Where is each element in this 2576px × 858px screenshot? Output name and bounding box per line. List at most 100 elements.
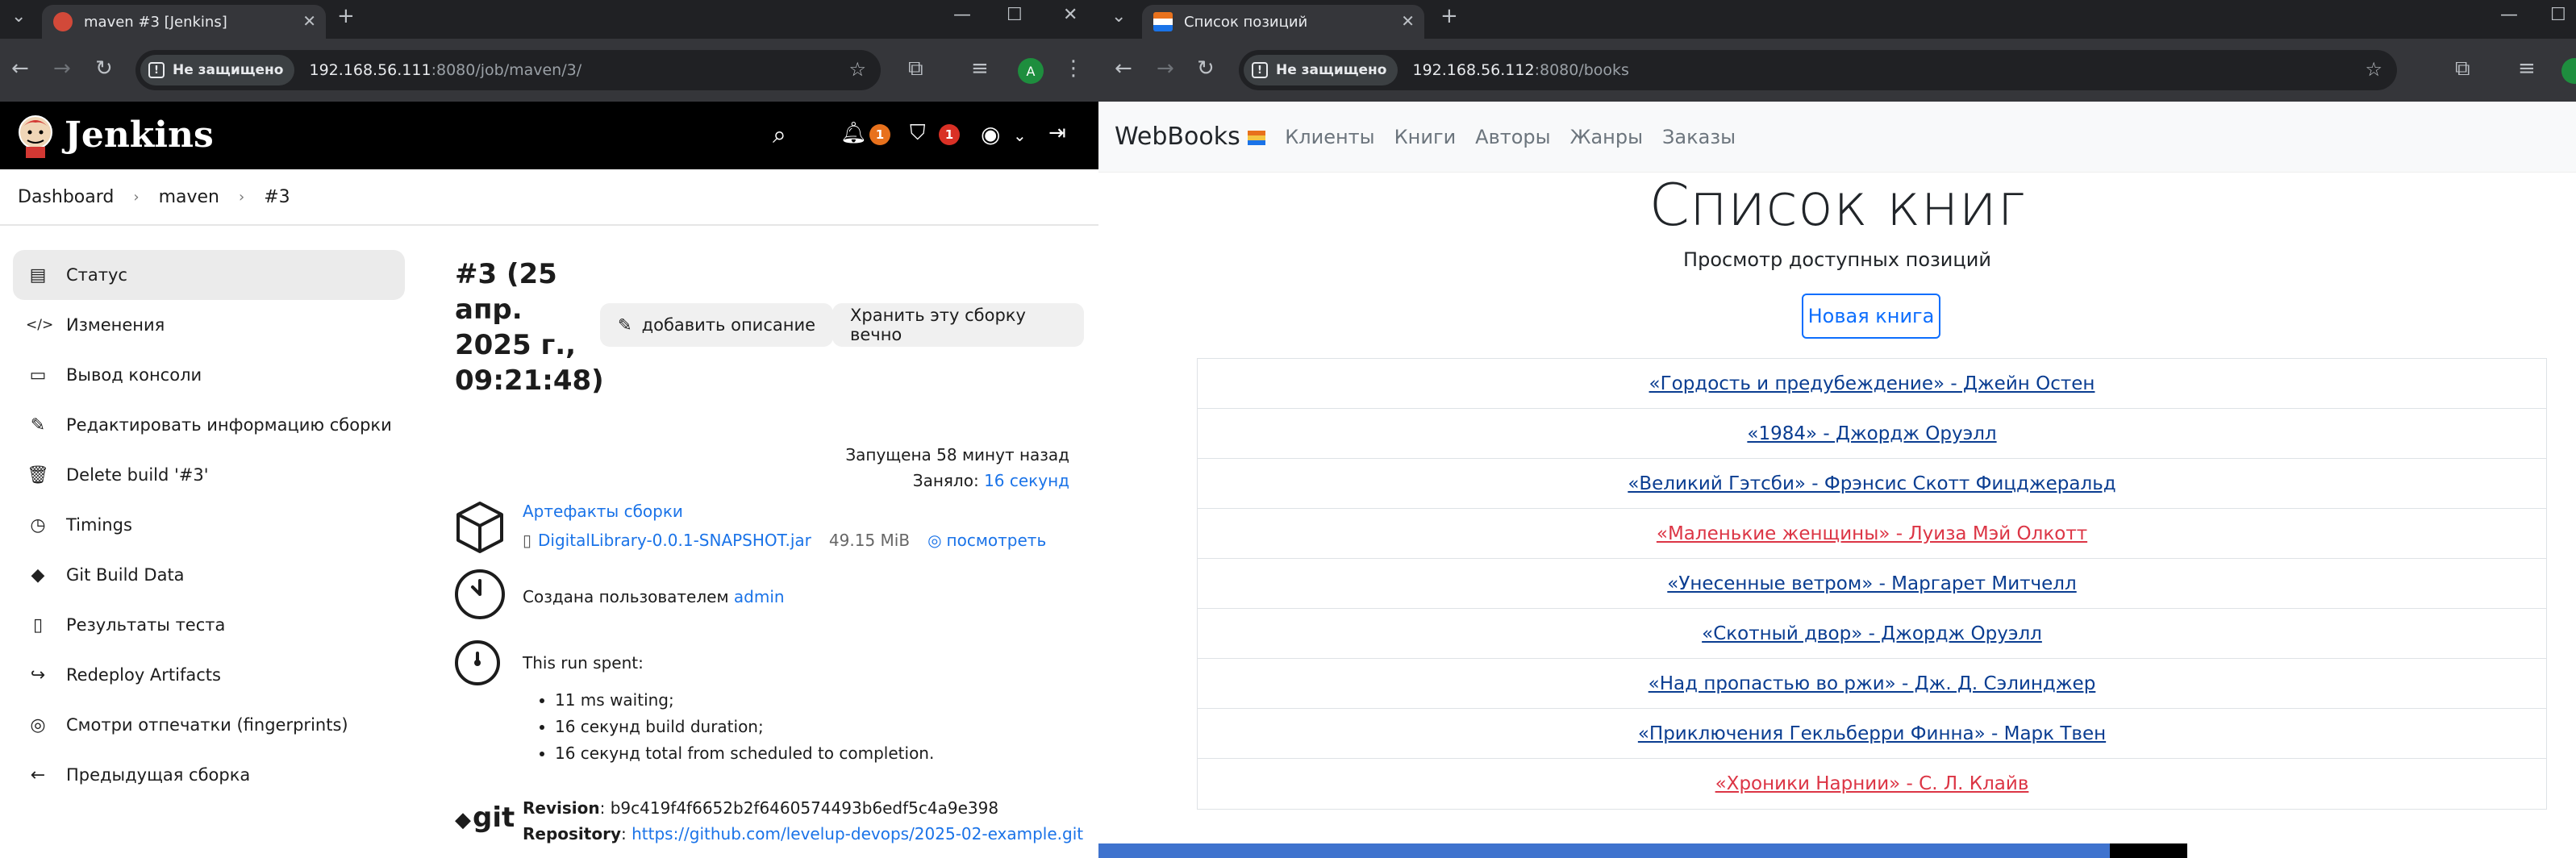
- artifact-file: ▯ DigitalLibrary-0.0.1-SNAPSHOT.jar: [523, 531, 811, 550]
- url-text: 192.168.56.112:8080/books: [1412, 61, 1628, 79]
- not-secure-chip[interactable]: ! Не защищено: [1244, 55, 1398, 85]
- nav-orders[interactable]: Заказы: [1662, 126, 1736, 148]
- chevron-down-icon[interactable]: ⌄: [1013, 126, 1027, 145]
- add-description-label: добавить описание: [641, 315, 816, 335]
- breadcrumb-build[interactable]: #3: [264, 187, 290, 207]
- list-item: 16 секунд total from scheduled to comple…: [555, 740, 934, 767]
- fingerprint-icon: ◎: [30, 714, 46, 735]
- address-bar[interactable]: ! Не защищено 192.168.56.112:8080/books ☆: [1239, 50, 2397, 90]
- sidebar-item-delete-build[interactable]: 🗑 Delete build '#3': [13, 450, 405, 500]
- book-link[interactable]: «1984» - Джордж Оруэлл: [1198, 409, 2546, 459]
- list-item: 11 ms waiting;: [555, 687, 934, 714]
- sidebar-item-test-results[interactable]: ▯ Результаты теста: [13, 600, 405, 650]
- profile-avatar[interactable]: [2561, 58, 2576, 84]
- breadcrumb-dashboard[interactable]: Dashboard: [18, 187, 114, 207]
- tab-strip: ⌄ Список позиций ✕ + — ☐: [1098, 0, 2576, 39]
- security-shield-icon[interactable]: ⛉: [910, 121, 926, 146]
- created-by-user-link[interactable]: admin: [734, 587, 785, 606]
- sidebar-item-status[interactable]: ▤ Статус: [13, 250, 405, 300]
- maximize-icon[interactable]: ☐: [2550, 5, 2566, 25]
- book-link[interactable]: «Скотный двор» - Джордж Оруэлл: [1198, 609, 2546, 659]
- close-window-icon[interactable]: ✕: [1063, 5, 1078, 25]
- back-icon[interactable]: ←: [11, 56, 29, 81]
- arrow-left-icon: ←: [30, 764, 46, 785]
- book-link[interactable]: «Великий Гэтсби» - Фрэнсис Скотт Фицджер…: [1198, 459, 2546, 509]
- forward-icon[interactable]: →: [53, 56, 71, 81]
- sidebar-item-label: Результаты теста: [66, 615, 226, 635]
- nav-clients[interactable]: Клиенты: [1285, 126, 1374, 148]
- keep-forever-button[interactable]: Хранить эту сборку вечно: [832, 303, 1084, 347]
- sidebar-item-fingerprints[interactable]: ◎ Смотри отпечатки (fingerprints): [13, 700, 405, 750]
- books-favicon-icon: [1153, 12, 1173, 31]
- jenkins-sidebar: ▤ Статус </> Изменения ▭ Вывод консоли ✎ Ред…: [13, 250, 405, 800]
- notifications-bell-icon[interactable]: 🔔︎: [840, 121, 867, 145]
- book-link[interactable]: «Маленькие женщины» - Луиза Мэй Олкотт: [1198, 509, 2546, 559]
- address-bar[interactable]: ! Не защищено 192.168.56.111:8080/job/mav…: [135, 50, 881, 90]
- sidebar-item-previous-build[interactable]: ← Предыдущая сборка: [13, 750, 405, 800]
- not-secure-chip[interactable]: ! Не защищено: [140, 55, 295, 85]
- book-link[interactable]: «Гордость и предубеждение» - Джейн Остен: [1198, 359, 2546, 409]
- nav-authors[interactable]: Авторы: [1475, 126, 1550, 148]
- add-description-button[interactable]: ✎ добавить описание: [600, 303, 834, 347]
- url-text: 192.168.56.111:8080/job/maven/3/: [309, 61, 581, 79]
- close-tab-icon[interactable]: ✕: [302, 11, 316, 31]
- artifact-view-link[interactable]: посмотреть: [947, 531, 1047, 550]
- menu-dots-icon[interactable]: ⋮: [1063, 56, 1084, 81]
- jenkins-browser-window: ⌄ maven #3 [Jenkins] ✕ + — ☐ ✕ ← → ↻ ! Не…: [0, 0, 1098, 858]
- artifact-file-link[interactable]: DigitalLibrary-0.0.1-SNAPSHOT.jar: [538, 531, 811, 550]
- artifacts-link[interactable]: Артефакты сборки: [523, 502, 683, 521]
- tab-strip: ⌄ maven #3 [Jenkins] ✕ + — ☐ ✕: [0, 0, 1098, 39]
- artifacts-section: Артефакты сборки ▯ DigitalLibrary-0.0.1-S…: [523, 502, 1046, 550]
- page-subtitle: Просмотр доступных позиций: [1683, 248, 1991, 271]
- user-clock-icon: [455, 569, 505, 619]
- minimize-icon[interactable]: —: [2500, 5, 2518, 25]
- sidebar-item-redeploy[interactable]: ↪ Redeploy Artifacts: [13, 650, 405, 700]
- webbooks-brand[interactable]: WebBooks: [1115, 123, 1266, 151]
- extensions-icon[interactable]: ⧉: [908, 56, 923, 81]
- sidebar-item-changes[interactable]: </> Изменения: [13, 300, 405, 350]
- artifact-row: ▯ DigitalLibrary-0.0.1-SNAPSHOT.jar 49.15…: [523, 531, 1046, 550]
- profile-avatar[interactable]: A: [1018, 58, 1044, 84]
- logout-icon[interactable]: ⇥: [1048, 121, 1066, 145]
- minimize-icon[interactable]: —: [953, 5, 971, 25]
- browser-toolbar: ← → ↻ ! Не защищено 192.168.56.111:8080/j…: [0, 39, 1098, 102]
- duration-link[interactable]: 16 секунд: [984, 471, 1069, 490]
- close-tab-icon[interactable]: ✕: [1401, 11, 1415, 31]
- tab-search-icon[interactable]: ⌄: [1111, 6, 1126, 27]
- reload-icon[interactable]: ↻: [1197, 56, 1215, 81]
- media-icon[interactable]: ≡: [971, 56, 989, 81]
- tab-search-icon[interactable]: ⌄: [11, 6, 26, 27]
- page-title: Список книг: [1649, 171, 2026, 239]
- jenkins-brand[interactable]: Jenkins: [65, 115, 214, 156]
- book-link[interactable]: «Хроники Нарнии» - С. Л. Клайв: [1198, 759, 2546, 809]
- tab-books[interactable]: Список позиций ✕: [1142, 5, 1424, 39]
- extensions-icon[interactable]: ⧉: [2455, 56, 2470, 81]
- new-tab-button[interactable]: +: [1440, 4, 1458, 28]
- bookmark-star-icon[interactable]: ☆: [848, 58, 866, 81]
- started-text: Запущена 58 минут назад: [845, 445, 1069, 464]
- new-tab-button[interactable]: +: [337, 4, 355, 28]
- search-icon[interactable]: ⌕: [773, 121, 786, 149]
- book-link[interactable]: «Над пропастью во ржи» - Дж. Д. Сэлиндже…: [1198, 659, 2546, 709]
- media-icon[interactable]: ≡: [2518, 56, 2536, 81]
- sidebar-item-console[interactable]: ▭ Вывод консоли: [13, 350, 405, 400]
- new-book-button[interactable]: Новая книга: [1802, 294, 1940, 339]
- url-host: 192.168.56.112: [1412, 61, 1535, 79]
- jenkins-logo-icon[interactable]: [16, 113, 55, 158]
- sidebar-item-timings[interactable]: ◷ Timings: [13, 500, 405, 550]
- book-link[interactable]: «Приключения Гекльберри Финна» - Марк Тв…: [1198, 709, 2546, 759]
- forward-icon[interactable]: →: [1157, 56, 1174, 81]
- nav-genres[interactable]: Жанры: [1570, 126, 1643, 148]
- breadcrumb-maven[interactable]: maven: [159, 187, 219, 207]
- tab-jenkins[interactable]: maven #3 [Jenkins] ✕: [42, 5, 326, 39]
- back-icon[interactable]: ←: [1115, 56, 1132, 81]
- book-link[interactable]: «Унесенные ветром» - Маргарет Митчелл: [1198, 559, 2546, 609]
- sidebar-item-edit-build[interactable]: ✎ Редактировать информацию сборки: [13, 400, 405, 450]
- maximize-icon[interactable]: ☐: [1007, 5, 1023, 25]
- nav-books[interactable]: Книги: [1394, 126, 1457, 148]
- user-icon[interactable]: ◉: [981, 121, 1000, 148]
- sidebar-item-git-build-data[interactable]: ◆ Git Build Data: [13, 550, 405, 600]
- bookmark-star-icon[interactable]: ☆: [2365, 58, 2382, 81]
- repository-link[interactable]: https://github.com/levelup-devops/2025-0…: [631, 824, 1083, 843]
- reload-icon[interactable]: ↻: [95, 56, 113, 81]
